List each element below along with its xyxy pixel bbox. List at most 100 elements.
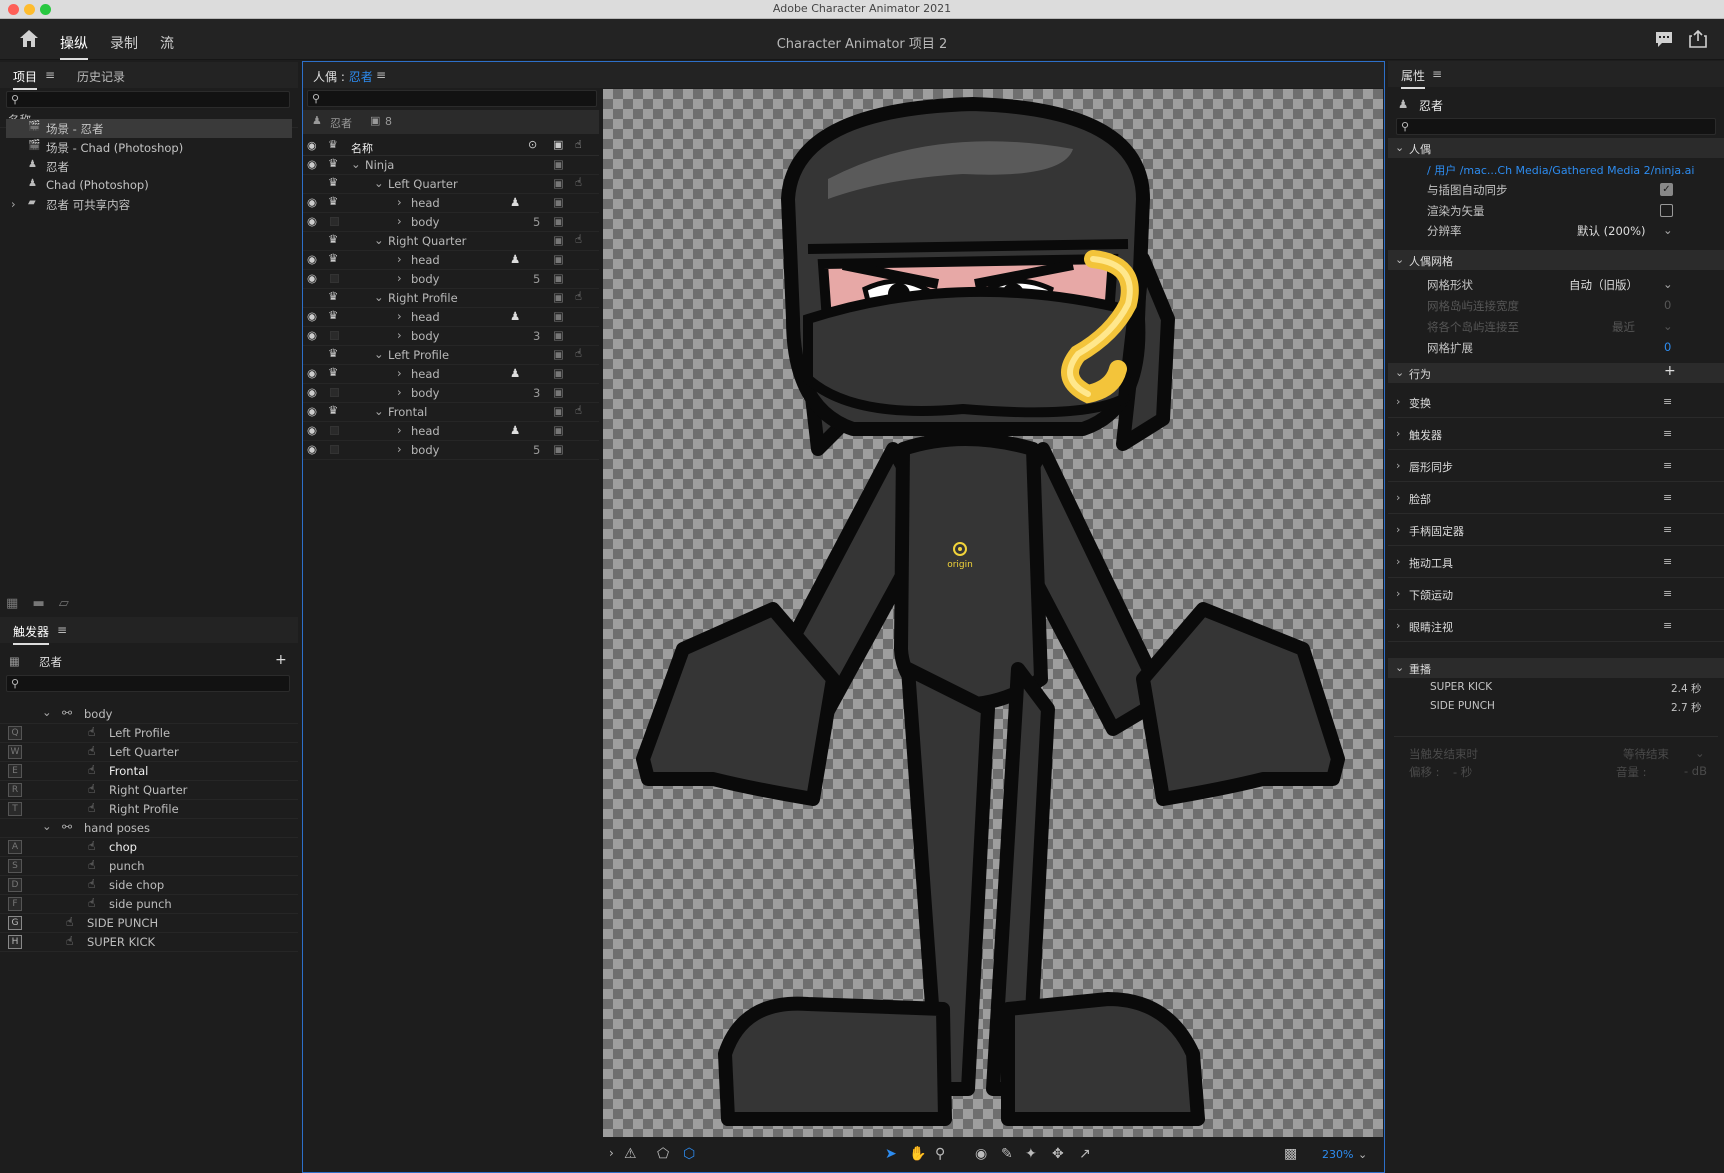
camera-icon[interactable]: ▣ [553,252,564,266]
trigger-row[interactable]: A ☝ chop [0,838,298,857]
render-vector-checkbox[interactable] [1660,204,1673,217]
layer-row[interactable]: ◉ › head ♟ ▣ [303,422,599,441]
trigger-key-badge[interactable]: W [8,745,22,759]
project-item[interactable]: ♟ 忍者 [6,157,292,176]
chevron-down-icon[interactable]: ⌄ [351,157,361,171]
chevron-down-icon[interactable]: ⌄ [374,233,384,247]
behavior-menu-icon[interactable]: ≡ [1663,523,1672,536]
properties-panel-menu-icon[interactable]: ≡ [1432,67,1442,81]
eye-icon[interactable]: ◉ [307,385,317,399]
crown-toggle-empty[interactable] [330,426,339,435]
island-width-value[interactable]: 0 [1664,298,1671,312]
layer-row[interactable]: ◉ ♛ ⌄ Frontal ▣ ☝ [303,403,599,422]
crown-toggle-empty[interactable] [330,388,339,397]
chevron-down-icon[interactable]: ⌄ [42,705,52,719]
section-behaviors[interactable]: ⌄ 行为 + [1388,363,1724,383]
project-item[interactable]: › ▰ 忍者 可共享内容 [6,195,292,214]
sync-checkbox[interactable]: ✓ [1660,183,1673,196]
behavior-menu-icon[interactable]: ≡ [1663,459,1672,472]
eye-icon[interactable]: ◉ [307,271,317,285]
zoom-tool-icon[interactable]: ⚲ [935,1146,945,1162]
chevron-right-icon[interactable]: › [397,195,402,209]
trigger-key-badge[interactable]: G [8,916,22,930]
camera-icon[interactable]: ▣ [553,385,564,399]
layer-row[interactable]: ◉ › body 5 ▣ [303,441,599,460]
puppet-panel-menu-icon[interactable]: ≡ [376,68,386,82]
hand-icon[interactable]: ☝ [575,289,582,303]
crown-toggle-empty[interactable] [330,445,339,454]
trigger-row[interactable]: F ☝ side punch [0,895,298,914]
trigger-row[interactable]: Q ☝ Left Profile [0,724,298,743]
project-panel-menu-icon[interactable]: ≡ [45,68,55,82]
pin-tool-icon[interactable]: ✎ [1001,1146,1013,1162]
behavior-row[interactable]: › 手柄固定器 ≡ [1388,514,1724,546]
triggers-search-input[interactable]: ⚲ [6,675,290,692]
chevron-down-icon[interactable]: ⌄ [374,404,384,418]
behavior-row[interactable]: › 触发器 ≡ [1388,418,1724,450]
replay-row[interactable]: SUPER KICK 2.4 秒 [1388,679,1724,698]
mesh-shape-dropdown[interactable]: 自动（旧版） [1569,277,1638,293]
puppet-canvas[interactable]: origin [603,89,1383,1137]
hand-column-icon[interactable]: ☝ [575,138,582,151]
chevron-right-icon[interactable]: › [397,442,402,456]
section-puppet[interactable]: ⌄ 人偶 [1388,138,1724,158]
eye-icon[interactable]: ◉ [307,252,317,266]
chevron-down-icon[interactable]: ⌄ [42,819,52,833]
hand-icon[interactable]: ☝ [575,403,582,417]
offset-value[interactable]: - 秒 [1453,764,1472,780]
trigger-key-badge[interactable]: S [8,859,22,873]
tab-project[interactable]: 项目 [13,68,38,90]
mesh-expand-value[interactable]: 0 [1664,340,1671,354]
hand-icon[interactable]: ☝ [575,232,582,246]
comment-icon[interactable] [1655,31,1673,48]
resolution-dropdown[interactable]: 默认 (200%) [1577,223,1646,239]
camera-icon[interactable]: ▣ [553,195,564,209]
hand-icon[interactable]: ☝ [575,175,582,189]
zoom-level[interactable]: 230% [1322,1148,1353,1161]
eye-icon[interactable]: ◉ [307,195,317,209]
behavior-row[interactable]: › 眼睛注视 ≡ [1388,610,1724,642]
add-behavior-icon[interactable]: + [1664,363,1676,379]
layer-row[interactable]: ◉ ♛ ⌄ Ninja ▣ [303,156,599,175]
behavior-row[interactable]: › 脸部 ≡ [1388,482,1724,514]
origin-tool-icon[interactable]: ◉ [975,1146,987,1162]
project-item[interactable]: 🎬 场景 - Chad (Photoshop) [6,138,292,157]
trigger-row[interactable]: ⌄ ⚯ hand poses [0,819,298,838]
layer-row[interactable]: ◉ › body 3 ▣ [303,327,599,346]
layer-row[interactable]: ◉ › body 5 ▣ [303,213,599,232]
crown-icon[interactable]: ♛ [328,232,338,246]
eye-icon[interactable]: ◉ [307,214,317,228]
trigger-row[interactable]: R ☝ Right Quarter [0,781,298,800]
layer-row[interactable]: ◉ ♛ › head ♟ ▣ [303,365,599,384]
behavior-menu-icon[interactable]: ≡ [1663,587,1672,600]
chevron-down-icon[interactable]: ⌄ [374,347,384,361]
camera-icon[interactable]: ▣ [553,290,564,304]
chevron-right-icon[interactable]: › [397,214,402,228]
trigger-key-badge[interactable]: R [8,783,22,797]
layer-row[interactable]: ◉ ♛ › head ♟ ▣ [303,308,599,327]
chevron-down-icon[interactable]: ⌄ [374,176,384,190]
chevron-right-icon[interactable]: › [397,366,402,380]
chevron-right-icon[interactable]: › [397,423,402,437]
crown-toggle-empty[interactable] [330,217,339,226]
handle-tool-icon[interactable]: ✥ [1052,1146,1064,1162]
crown-icon[interactable]: ♛ [328,156,338,170]
warning-icon[interactable]: ⚠ [624,1146,637,1162]
trigger-key-badge[interactable]: T [8,802,22,816]
behavior-row[interactable]: › 变换 ≡ [1388,386,1724,418]
trigger-end-dropdown[interactable]: 等待结束 [1623,746,1669,762]
tab-history[interactable]: 历史记录 [77,68,125,85]
puppet-path-row[interactable]: / 用户 /mac...Ch Media/Gathered Media 2/ni… [1388,160,1724,179]
eye-icon[interactable]: ◉ [307,157,317,171]
layer-row[interactable]: ◉ ♛ › head ♟ ▣ [303,251,599,270]
crown-icon[interactable]: ♛ [328,346,338,360]
mesh-view-icon[interactable]: ⬠ [657,1146,669,1162]
eye-icon[interactable]: ◉ [307,328,317,342]
section-replays[interactable]: ⌄ 重播 [1388,658,1724,678]
layer-row[interactable]: ◉ › body 3 ▣ [303,384,599,403]
project-item[interactable]: ♟ Chad (Photoshop) [6,176,292,195]
layer-row[interactable]: ◉ › body 5 ▣ [303,270,599,289]
hand-tool-icon[interactable]: ✋ [909,1146,926,1162]
trigger-row[interactable]: W ☝ Left Quarter [0,743,298,762]
trigger-row[interactable]: D ☝ side chop [0,876,298,895]
